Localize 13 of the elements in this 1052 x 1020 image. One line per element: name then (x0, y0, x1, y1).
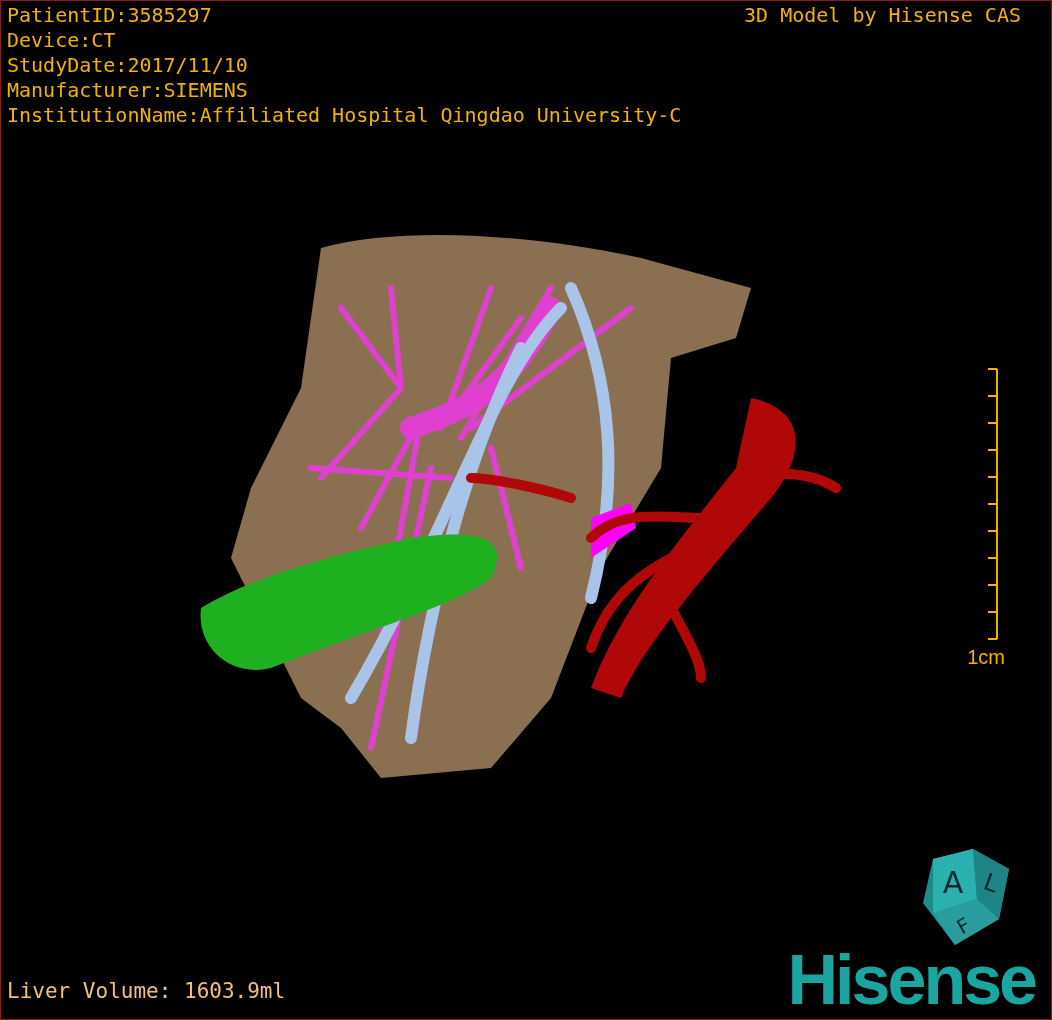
liver-volume-text: Liver Volume: 1603.9ml (7, 979, 286, 1003)
cube-face-letter: F (952, 912, 975, 940)
study-info-line: PatientID:3585297 (7, 3, 213, 28)
study-info-line: Device:CT (7, 28, 117, 53)
study-info-line: StudyDate:2017/11/10 (7, 53, 249, 78)
brand-logo: Hisense (787, 947, 1037, 1013)
scale-label: 1cm (967, 646, 1005, 669)
orientation-cube[interactable]: A F L (923, 849, 1009, 945)
cube-face-letter: A (942, 865, 964, 900)
model-credit: 3D Model by Hisense CAS (744, 3, 1021, 28)
study-info-line: Manufacturer:SIEMENS (7, 78, 249, 103)
study-info-line: InstitutionName:Affiliated Hospital Qingdao University-C (7, 103, 682, 128)
cube-face-letter: L (979, 867, 1003, 899)
